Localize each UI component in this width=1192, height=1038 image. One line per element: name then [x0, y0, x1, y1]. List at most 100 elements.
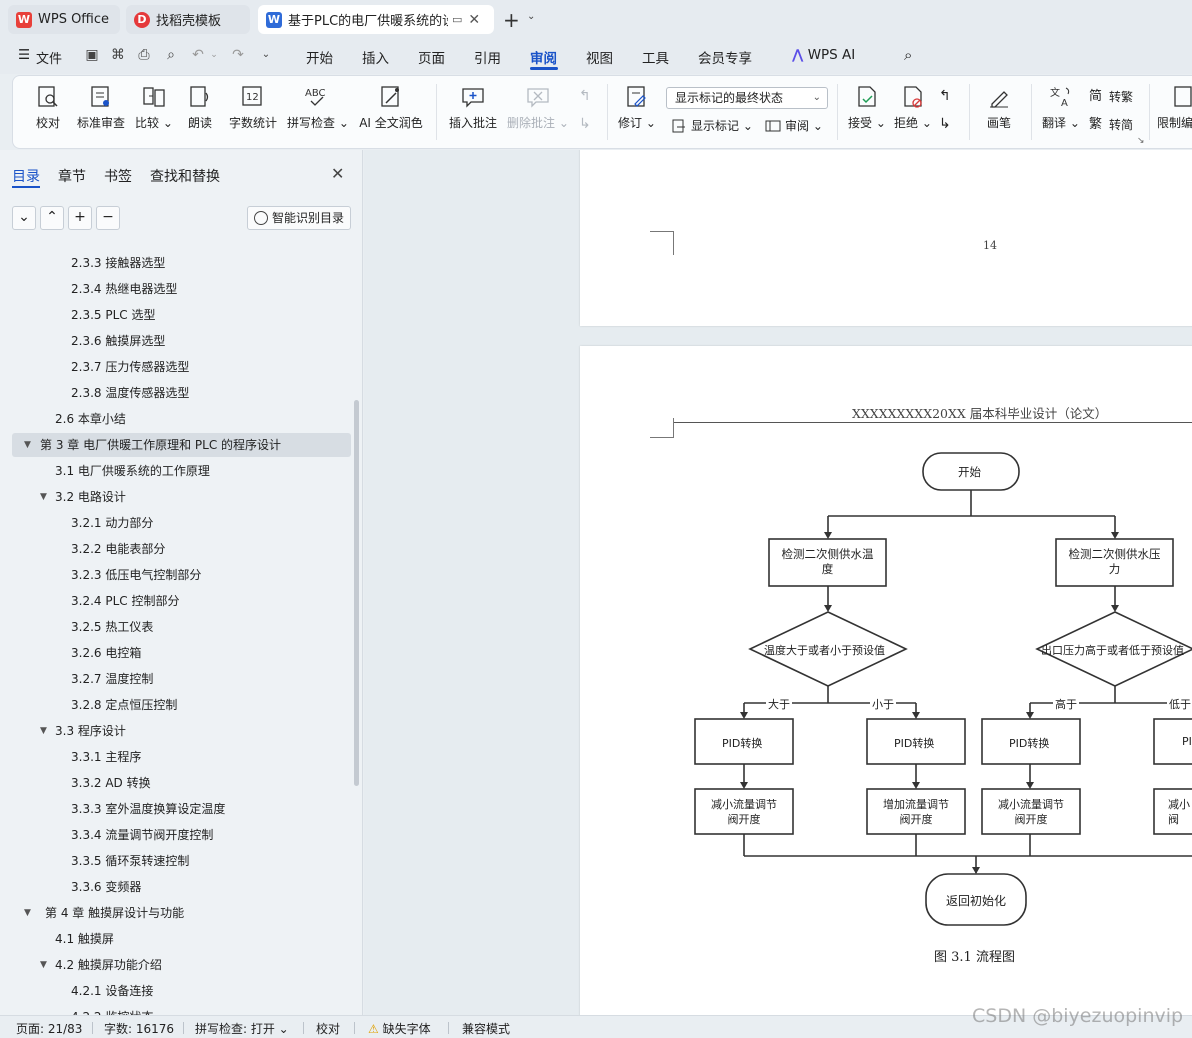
redo-icon[interactable]: ↷: [230, 47, 246, 63]
page-previous[interactable]: 14: [580, 150, 1192, 326]
toc-item[interactable]: 2.3.3 接触器选型: [71, 253, 165, 273]
tab-bookmarks[interactable]: 书签: [104, 166, 132, 186]
caret-down-icon[interactable]: ▼: [40, 721, 47, 741]
toc-item[interactable]: 3.3.4 流量调节阀开度控制: [71, 825, 213, 845]
monitor-icon[interactable]: ▭: [452, 13, 462, 26]
menu-file[interactable]: 文件: [36, 48, 62, 67]
remove-heading-button[interactable]: −: [96, 206, 120, 230]
page-current[interactable]: XXXXXXXXX20XX 届本科毕业设计（论文） 开始 检测二次侧供水温 度 …: [580, 346, 1192, 1015]
show-markup-button[interactable]: 显示标记 ⌄: [671, 117, 753, 134]
tab-chapters[interactable]: 章节: [58, 166, 86, 186]
share-icon[interactable]: ⌘: [110, 47, 126, 63]
print-preview-icon[interactable]: ⌕: [163, 47, 179, 63]
tab-toc[interactable]: 目录: [12, 166, 40, 186]
tab-wps-office[interactable]: W WPS Office: [8, 5, 120, 34]
toc-item[interactable]: 3.2.1 动力部分: [71, 513, 153, 533]
read-aloud-button[interactable]: 朗读: [185, 84, 215, 131]
menu-insert[interactable]: 插入: [362, 47, 389, 67]
expand-down-button[interactable]: ⌄: [12, 206, 36, 230]
collapse-up-button[interactable]: ⌃: [40, 206, 64, 230]
toc-item[interactable]: 3.3.6 变频器: [71, 877, 141, 897]
toc-item[interactable]: 3.2.7 温度控制: [71, 669, 153, 689]
menu-references[interactable]: 引用: [474, 47, 501, 67]
toc-item[interactable]: 2.3.8 温度传感器选型: [71, 383, 189, 403]
toc-item[interactable]: 2.3.6 触摸屏选型: [71, 331, 165, 351]
chevron-down-icon[interactable]: ⌄: [527, 11, 535, 22]
menu-wps-ai[interactable]: ⋀ WPS AI: [792, 47, 855, 63]
close-icon[interactable]: ✕: [331, 164, 344, 183]
document-area[interactable]: 14 XXXXXXXXX20XX 届本科毕业设计（论文） 开始 检测二次侧供水温…: [364, 150, 1192, 1015]
standard-review-button[interactable]: 标准审查: [75, 84, 127, 131]
toc-item[interactable]: 3.2.2 电能表部分: [71, 539, 165, 559]
to-traditional-button[interactable]: 简 转繁: [1089, 88, 1133, 105]
toc-item[interactable]: ▼ 4.2 触摸屏功能介绍: [40, 955, 162, 975]
delete-comment-button[interactable]: 删除批注 ⌄: [507, 84, 569, 131]
search-icon[interactable]: ⌕: [904, 46, 912, 64]
word-count-button[interactable]: 12 字数统计: [227, 84, 279, 131]
toc-item[interactable]: 3.3.1 主程序: [71, 747, 141, 767]
prev-comment-icon[interactable]: ↰: [579, 88, 591, 104]
review-pane-button[interactable]: 审阅 ⌄: [765, 117, 823, 134]
next-comment-icon[interactable]: ↳: [579, 116, 591, 132]
missing-font-indicator[interactable]: ⚠ 缺失字体: [368, 1020, 431, 1037]
tab-find-replace[interactable]: 查找和替换: [150, 166, 220, 186]
ribbon-expand-icon[interactable]: ↘: [1137, 136, 1145, 146]
close-icon[interactable]: ✕: [468, 12, 480, 28]
toc-item[interactable]: 4.1 触摸屏: [55, 929, 114, 949]
toc-item[interactable]: ▼ 第 4 章 触摸屏设计与功能: [24, 903, 184, 923]
toc-item[interactable]: ▼ 第 3 章 电厂供暖工作原理和 PLC 的程序设计: [24, 435, 281, 455]
proofread-indicator[interactable]: 校对: [316, 1020, 340, 1037]
toc-item[interactable]: 4.2.1 设备连接: [71, 981, 153, 1001]
reject-button[interactable]: 拒绝 ⌄: [893, 84, 933, 131]
caret-down-icon[interactable]: ▼: [40, 487, 47, 507]
toc-item[interactable]: 3.1 电厂供暖系统的工作原理: [55, 461, 210, 481]
undo-dropdown-icon[interactable]: ⌄: [206, 47, 222, 63]
next-change-icon[interactable]: ↳: [939, 116, 951, 132]
toc-item[interactable]: 3.2.4 PLC 控制部分: [71, 591, 179, 611]
add-heading-button[interactable]: +: [68, 206, 92, 230]
to-simplified-button[interactable]: 繁 转简: [1089, 116, 1133, 133]
toc-item[interactable]: ▼ 3.2 电路设计: [40, 487, 126, 507]
caret-down-icon[interactable]: ▼: [24, 903, 31, 923]
tab-docer-templates[interactable]: D 找稻壳模板: [126, 5, 250, 34]
insert-comment-button[interactable]: 插入批注: [447, 84, 499, 131]
restrict-editing-button[interactable]: 限制编: [1157, 84, 1192, 131]
markup-state-select[interactable]: 显示标记的最终状态 ⌄: [666, 87, 828, 109]
compare-button[interactable]: 比较 ⌄: [135, 84, 173, 131]
toc-item[interactable]: ▼ 3.3 程序设计: [40, 721, 126, 741]
menu-start[interactable]: 开始: [306, 47, 333, 67]
tab-document[interactable]: W 基于PLC的电厂供暖系统的设 ▭ ✕: [258, 5, 494, 34]
toc-item[interactable]: 2.3.4 热继电器选型: [71, 279, 177, 299]
track-changes-button[interactable]: 修订 ⌄: [617, 84, 657, 131]
sidebar-scrollbar[interactable]: [354, 400, 359, 786]
menu-review[interactable]: 审阅: [530, 47, 557, 67]
toc-item[interactable]: 3.2.8 定点恒压控制: [71, 695, 177, 715]
toc-item[interactable]: 3.3.2 AD 转换: [71, 773, 151, 793]
toc-item[interactable]: 3.3.3 室外温度换算设定温度: [71, 799, 225, 819]
pen-button[interactable]: 画笔: [981, 84, 1017, 131]
toc-item[interactable]: 2.3.5 PLC 选型: [71, 305, 155, 325]
accept-button[interactable]: 接受 ⌄: [847, 84, 887, 131]
menu-page[interactable]: 页面: [418, 47, 445, 67]
toc-item[interactable]: 2.6 本章小结: [55, 409, 126, 429]
more-dropdown-icon[interactable]: ⌄: [258, 47, 274, 63]
spell-check-indicator[interactable]: 拼写检查: 打开 ⌄: [195, 1020, 289, 1037]
translate-button[interactable]: 文A 翻译 ⌄: [1041, 84, 1081, 131]
toc-item[interactable]: 3.2.3 低压电气控制部分: [71, 565, 201, 585]
undo-icon[interactable]: ↶: [190, 47, 206, 63]
hamburger-icon[interactable]: ☰: [18, 47, 30, 63]
toc-item[interactable]: 2.3.7 压力传感器选型: [71, 357, 189, 377]
ai-proofread-button[interactable]: AI 全文润色: [357, 84, 425, 131]
menu-tools[interactable]: 工具: [642, 47, 669, 67]
page-indicator[interactable]: 页面: 21/83: [16, 1020, 82, 1037]
smart-toc-button[interactable]: 智能识别目录: [247, 206, 351, 230]
toc-item[interactable]: 3.3.5 循环泵转速控制: [71, 851, 189, 871]
menu-membership[interactable]: 会员专享: [698, 47, 752, 67]
add-tab-icon[interactable]: +: [503, 8, 520, 32]
word-count-indicator[interactable]: 字数: 16176: [104, 1020, 174, 1037]
toc-item[interactable]: 3.2.6 电控箱: [71, 643, 141, 663]
spell-check-button[interactable]: ABC 拼写检查 ⌄: [287, 84, 349, 131]
toc-item[interactable]: 3.2.5 热工仪表: [71, 617, 153, 637]
print-icon[interactable]: ⎙: [136, 47, 152, 63]
proofread-button[interactable]: 校对: [33, 84, 63, 131]
